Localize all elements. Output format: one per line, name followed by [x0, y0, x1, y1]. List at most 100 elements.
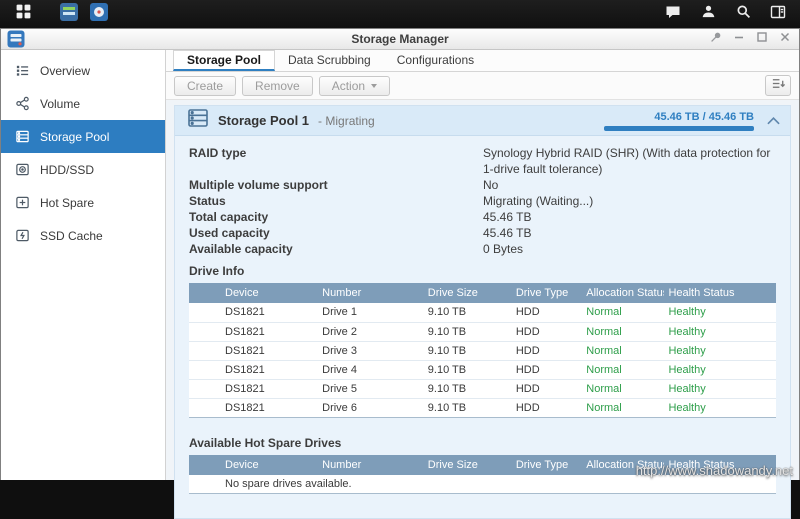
- drive-cell: DS1821: [189, 360, 318, 379]
- sidebar-item-volume[interactable]: Volume: [1, 87, 165, 120]
- create-button-label: Create: [187, 79, 223, 93]
- tab-label: Storage Pool: [187, 53, 261, 67]
- hot-spare-plus-icon: [14, 195, 30, 211]
- open-app-button-storage-manager[interactable]: [88, 3, 110, 25]
- drive-row[interactable]: DS1821Drive 59.10 TBHDDNormalHealthy: [189, 379, 776, 398]
- drive-cell: Healthy: [664, 379, 776, 398]
- column-header-drive-size[interactable]: Drive Size: [424, 283, 512, 303]
- detail-value: 45.46 TB: [483, 225, 776, 241]
- column-header-drive-type[interactable]: Drive Type: [512, 283, 582, 303]
- detail-value: Migrating (Waiting...): [483, 193, 776, 209]
- minimize-button[interactable]: [733, 30, 745, 48]
- app-icon-1: [59, 2, 79, 27]
- drive-row[interactable]: DS1821Drive 39.10 TBHDDNormalHealthy: [189, 341, 776, 360]
- volume-nodes-icon: [14, 96, 30, 112]
- drive-cell: 9.10 TB: [424, 398, 512, 417]
- toolbar: Create Remove Action: [166, 72, 799, 100]
- tab-configurations[interactable]: Configurations: [384, 50, 487, 71]
- maximize-button[interactable]: [756, 30, 768, 48]
- drive-cell: Normal: [582, 303, 664, 322]
- user-icon: [701, 4, 716, 24]
- drive-cell: DS1821: [189, 322, 318, 341]
- storage-pool-card-header[interactable]: Storage Pool 1 - Migrating 45.46 TB / 45…: [175, 106, 790, 136]
- pool-state: - Migrating: [318, 114, 375, 128]
- storage-manager-app-icon: [89, 2, 109, 27]
- sidebar-item-overview[interactable]: Overview: [1, 54, 165, 87]
- drive-row[interactable]: DS1821Drive 49.10 TBHDDNormalHealthy: [189, 360, 776, 379]
- overview-list-icon: [14, 63, 30, 79]
- tab-data-scrubbing[interactable]: Data Scrubbing: [275, 50, 384, 71]
- column-header-device[interactable]: Device: [189, 283, 318, 303]
- column-header-number[interactable]: Number: [318, 455, 424, 475]
- remove-button[interactable]: Remove: [242, 76, 313, 96]
- open-app-button-1[interactable]: [58, 3, 80, 25]
- sort-list-icon: [771, 76, 786, 96]
- collapse-panel-button[interactable]: [767, 112, 780, 130]
- taskbar-right: [663, 3, 790, 25]
- drive-cell: Drive 2: [318, 322, 424, 341]
- column-header-device[interactable]: Device: [189, 455, 318, 475]
- view-options-button[interactable]: [765, 75, 791, 96]
- drive-info-table-body: DS1821Drive 19.10 TBHDDNormalHealthyDS18…: [189, 303, 776, 417]
- sidebar-item-ssd-cache[interactable]: SSD Cache: [1, 219, 165, 252]
- drive-cell: Drive 5: [318, 379, 424, 398]
- drive-row[interactable]: DS1821Drive 19.10 TBHDDNormalHealthy: [189, 303, 776, 322]
- drive-cell: Normal: [582, 322, 664, 341]
- drive-info-title: Drive Info: [189, 264, 776, 278]
- close-button[interactable]: [779, 30, 791, 48]
- capacity-progress-bar: [604, 126, 754, 131]
- tab-label: Configurations: [397, 53, 474, 67]
- window-controls: [710, 29, 791, 49]
- column-header-number[interactable]: Number: [318, 283, 424, 303]
- sidebar-item-label: Hot Spare: [40, 196, 94, 210]
- pin-button[interactable]: [710, 30, 722, 48]
- drive-cell: 9.10 TB: [424, 379, 512, 398]
- drive-cell: Normal: [582, 360, 664, 379]
- sidebar-item-label: HDD/SSD: [40, 163, 94, 177]
- drive-cell: Normal: [582, 341, 664, 360]
- drive-cell: Normal: [582, 398, 664, 417]
- sidebar: Overview Volume Storage Pool HDD/SSD: [1, 50, 166, 480]
- window-titlebar[interactable]: Storage Manager: [1, 29, 799, 50]
- capacity-text: 45.46 TB / 45.46 TB: [654, 111, 754, 123]
- detail-value: 0 Bytes: [483, 241, 776, 257]
- tab-storage-pool[interactable]: Storage Pool: [173, 50, 275, 71]
- drive-cell: HDD: [512, 360, 582, 379]
- watermark-text: http://www.shadowandy.net: [636, 463, 793, 478]
- drive-row[interactable]: DS1821Drive 69.10 TBHDDNormalHealthy: [189, 398, 776, 417]
- user-menu-button[interactable]: [698, 3, 718, 25]
- create-button[interactable]: Create: [174, 76, 236, 96]
- hdd-disk-icon: [14, 162, 30, 178]
- drive-cell: DS1821: [189, 379, 318, 398]
- detail-label: Used capacity: [189, 225, 483, 241]
- notifications-button[interactable]: [663, 3, 683, 25]
- widgets-button[interactable]: [768, 3, 788, 25]
- detail-label: Available capacity: [189, 241, 483, 257]
- main-menu-button[interactable]: [10, 2, 36, 26]
- main-menu-grid-icon: [15, 3, 32, 25]
- column-header-health-status[interactable]: Health Status: [664, 283, 776, 303]
- search-button[interactable]: [733, 3, 753, 25]
- drive-cell: Healthy: [664, 341, 776, 360]
- column-header-allocation-status[interactable]: Allocation Status: [582, 283, 664, 303]
- column-header-drive-type[interactable]: Drive Type: [512, 455, 582, 475]
- sidebar-item-label: Storage Pool: [40, 130, 109, 144]
- drive-cell: Healthy: [664, 398, 776, 417]
- pin-icon: [710, 30, 722, 48]
- close-icon: [779, 30, 791, 48]
- column-header-drive-size[interactable]: Drive Size: [424, 455, 512, 475]
- drive-cell: Drive 6: [318, 398, 424, 417]
- drive-row[interactable]: DS1821Drive 29.10 TBHDDNormalHealthy: [189, 322, 776, 341]
- drive-cell: Healthy: [664, 322, 776, 341]
- drive-info-table: DeviceNumberDrive SizeDrive TypeAllocati…: [189, 283, 776, 418]
- action-button[interactable]: Action: [319, 76, 390, 96]
- sidebar-item-hdd-ssd[interactable]: HDD/SSD: [1, 153, 165, 186]
- drive-cell: DS1821: [189, 303, 318, 322]
- detail-label: RAID type: [189, 145, 483, 177]
- sidebar-item-hot-spare[interactable]: Hot Spare: [1, 186, 165, 219]
- sidebar-item-storage-pool[interactable]: Storage Pool: [1, 120, 165, 153]
- drive-cell: HDD: [512, 322, 582, 341]
- chevron-up-icon: [767, 112, 780, 130]
- drive-cell: 9.10 TB: [424, 341, 512, 360]
- remove-button-label: Remove: [255, 79, 300, 93]
